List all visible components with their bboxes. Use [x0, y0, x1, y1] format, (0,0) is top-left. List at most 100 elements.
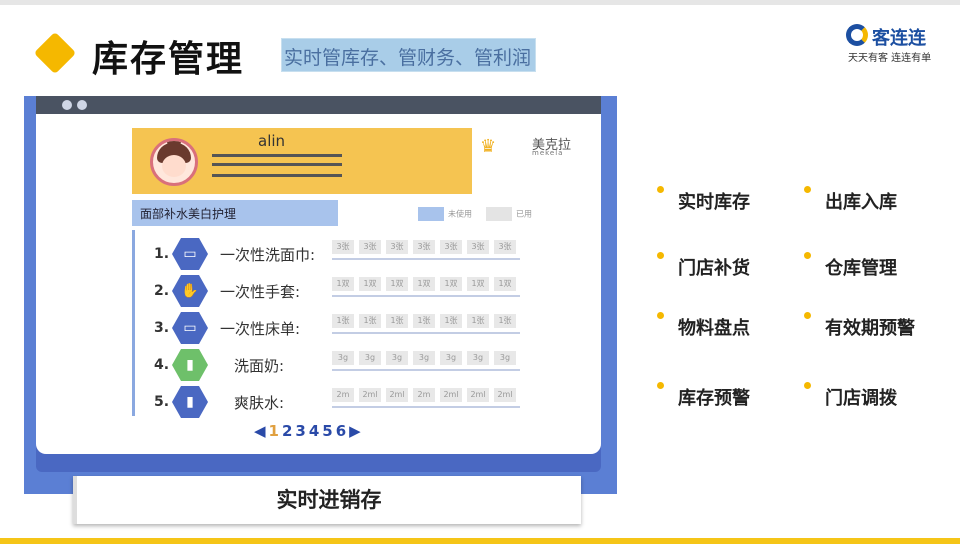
usage-cell: 1双 [440, 277, 462, 291]
legend-used: 已用 [486, 207, 532, 221]
material-name: 一次性手套: [220, 283, 301, 301]
illustration-caption: 实时进销存 [73, 476, 581, 524]
usage-cell: 1张 [494, 314, 516, 328]
usage-cell: 3张 [386, 240, 408, 254]
row-underline [332, 258, 520, 260]
page-link[interactable]: 4 [309, 422, 319, 440]
page-link[interactable]: 6 [336, 422, 346, 440]
row-underline [332, 332, 520, 334]
material-name: 洗面奶: [234, 357, 285, 375]
usage-cell: 3张 [440, 240, 462, 254]
feature-bullet-icon [804, 252, 811, 259]
row-underline [332, 295, 520, 297]
feature-bullet-icon [804, 312, 811, 319]
page-link[interactable]: 2 [282, 422, 292, 440]
profile-username: alin [258, 132, 286, 150]
list-rule [132, 230, 135, 416]
feature-bullet-icon [804, 382, 811, 389]
placeholder-line [212, 174, 342, 177]
usage-cell: 1张 [359, 314, 381, 328]
page-subtitle: 实时管库存、管财务、管利润 [281, 38, 537, 72]
usage-cell: 1张 [440, 314, 462, 328]
profile-card: alin [132, 128, 472, 194]
usage-cell: 2m [413, 388, 435, 402]
feature-item: 门店调拨 [825, 388, 897, 409]
usage-cell: 3张 [413, 240, 435, 254]
feature-bullet-icon [657, 252, 664, 259]
usage-cell: 1张 [467, 314, 489, 328]
brand-logo: 客连连 天天有客 连连有单 [842, 22, 938, 64]
prev-page-icon[interactable]: ◀ [254, 422, 266, 440]
material-name: 爽肤水: [234, 394, 285, 412]
usage-cell: 3张 [494, 240, 516, 254]
feature-bullet-icon [804, 186, 811, 193]
diamond-bullet-icon [33, 31, 77, 75]
store-brand-sub: mekela [532, 149, 564, 157]
feature-item: 物料盘点 [678, 318, 750, 339]
material-name: 一次性洗面巾: [220, 246, 316, 264]
usage-cell: 2ml [494, 388, 516, 402]
page-link[interactable]: 3 [295, 422, 305, 440]
usage-cell: 3g [494, 351, 516, 365]
usage-cell: 1双 [386, 277, 408, 291]
usage-cell: 2m [332, 388, 354, 402]
row-number: 2. [154, 283, 170, 299]
window-titlebar [36, 96, 601, 114]
store-brand: ♛ 美克拉 mekela [480, 132, 590, 158]
bottom-accent-bar [0, 538, 960, 544]
usage-cell: 3张 [467, 240, 489, 254]
feature-bullet-icon [657, 382, 664, 389]
pagination: ◀ 1 2 3 4 5 6 ▶ [254, 422, 364, 440]
usage-cell: 1双 [413, 277, 435, 291]
feature-item: 仓库管理 [825, 258, 897, 279]
usage-cell: 2ml [440, 388, 462, 402]
toner-icon: ▮ [172, 386, 208, 418]
logo-name: 客连连 [872, 28, 926, 49]
crown-icon: ♛ [480, 136, 497, 157]
feature-bullet-icon [657, 186, 664, 193]
app-window-illustration: alin ♛ 美克拉 mekela 面部补水美白护理 未使用 已用 1. ▭ 一次性… [36, 96, 601, 454]
usage-cell: 1双 [494, 277, 516, 291]
usage-cell: 3张 [332, 240, 354, 254]
logo-mark-icon [846, 24, 868, 46]
towel-icon: ▭ [172, 238, 208, 270]
usage-cell: 1双 [359, 277, 381, 291]
row-underline [332, 406, 520, 408]
placeholder-line [212, 163, 342, 166]
feature-item: 库存预警 [678, 388, 750, 409]
glove-icon: ✋ [172, 275, 208, 307]
material-name: 一次性床单: [220, 320, 301, 338]
window-dot-icon [62, 100, 72, 110]
feature-bullet-icon [657, 312, 664, 319]
usage-cell: 1张 [386, 314, 408, 328]
usage-cell: 1张 [413, 314, 435, 328]
page-link[interactable]: 1 [269, 422, 279, 440]
logo-slogan: 天天有客 连连有单 [848, 53, 932, 64]
usage-cell: 3g [332, 351, 354, 365]
usage-cell: 2ml [467, 388, 489, 402]
next-page-icon[interactable]: ▶ [349, 422, 361, 440]
page-title: 库存管理 [92, 39, 245, 80]
usage-cell: 2ml [359, 388, 381, 402]
row-underline [332, 369, 520, 371]
usage-cell: 1双 [332, 277, 354, 291]
usage-cell: 3g [440, 351, 462, 365]
usage-cell: 3g [467, 351, 489, 365]
row-number: 3. [154, 320, 170, 336]
usage-cell: 3g [413, 351, 435, 365]
legend-unused: 未使用 [418, 207, 472, 221]
sheet-icon: ▭ [172, 312, 208, 344]
feature-item: 实时库存 [678, 192, 750, 213]
row-number: 5. [154, 394, 170, 410]
row-number: 1. [154, 246, 170, 262]
usage-cell: 2ml [386, 388, 408, 402]
window-dot-icon [77, 100, 87, 110]
page-link[interactable]: 5 [322, 422, 332, 440]
row-number: 4. [154, 357, 170, 373]
feature-item: 有效期预警 [825, 318, 915, 339]
usage-cell: 1双 [467, 277, 489, 291]
top-edge [0, 0, 960, 5]
usage-cell: 3g [359, 351, 381, 365]
feature-item: 出库入库 [825, 192, 897, 213]
feature-item: 门店补货 [678, 258, 750, 279]
